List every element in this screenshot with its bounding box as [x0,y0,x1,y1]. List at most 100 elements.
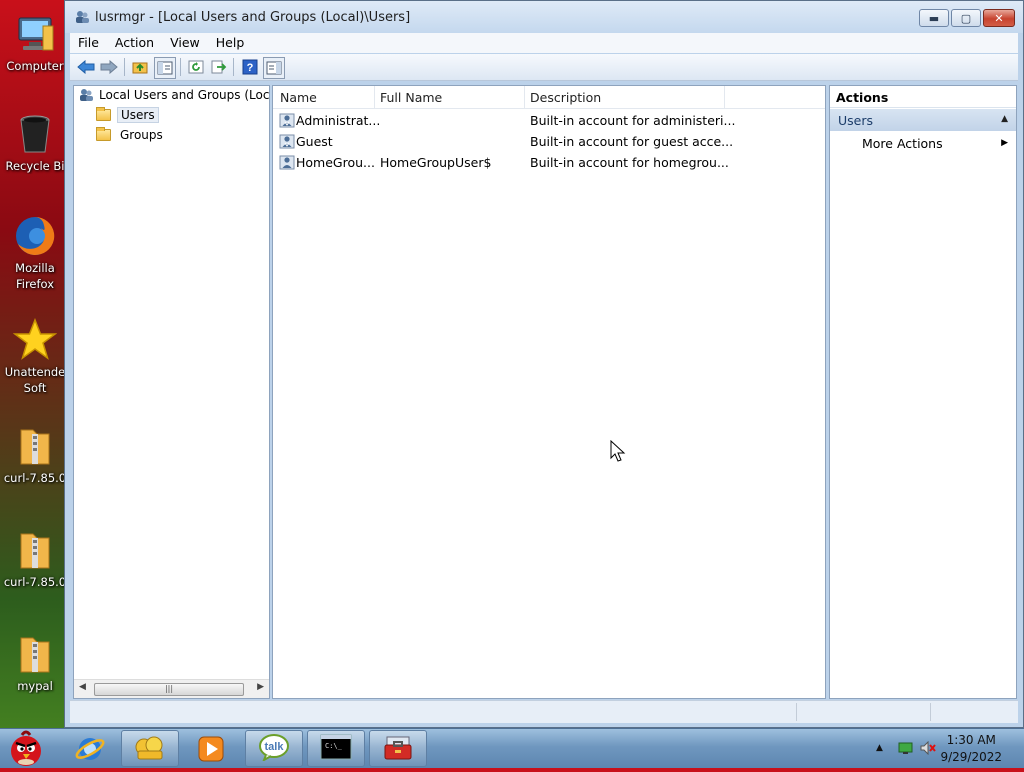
svg-text:talk: talk [265,741,285,753]
svg-text:?: ? [247,62,254,74]
local-users-groups-icon [78,88,94,102]
zip-folder-icon [13,424,57,468]
zip-folder-icon [13,528,57,572]
user-name: Guest [296,134,333,149]
desktop-icon-mypal[interactable]: mypal [0,632,70,694]
user-description: Built-in account for homegrou... [530,155,729,170]
user-full-name: HomeGroupUser$ [380,155,492,170]
export-list-icon[interactable] [209,57,229,77]
desktop-icon-label: curl-7.85.0 [3,471,67,485]
show-hidden-icons-icon[interactable]: ▲ [876,743,883,753]
window-title: lusrmgr - [Local Users and Groups (Local… [95,10,411,25]
user-icon [279,134,295,149]
angry-birds-start-icon[interactable] [4,729,48,769]
user-description: Built-in account for administeri... [530,113,736,128]
maximize-button[interactable]: ▢ [951,9,981,27]
zip-folder-icon [13,632,57,676]
minimize-button[interactable]: ▬ [919,9,949,27]
more-actions-item[interactable]: More Actions [862,136,943,151]
mouse-cursor-icon [610,439,626,467]
computer-icon [13,12,57,56]
desktop-icon-curl-1[interactable]: curl-7.85.0 [0,424,70,486]
desktop: Computer Recycle Bi Mozilla Firefox Unat… [0,0,70,728]
menu-help[interactable]: Help [208,33,253,53]
desktop-icon-firefox[interactable]: Mozilla Firefox [0,214,70,292]
recycle-bin-icon [13,112,57,156]
firefox-icon [13,214,57,258]
system-tray: ▲ 1:30 AM 9/29/2022 [854,729,1024,769]
desktop-icon-label: Recycle Bi [5,159,65,173]
column-name[interactable]: Name [280,90,317,105]
show-hide-action-pane-icon[interactable] [263,57,285,79]
desktop-icon-curl-2[interactable]: curl-7.85.0 [0,528,70,590]
collapse-up-icon[interactable]: ▲ [1001,114,1008,124]
up-folder-icon[interactable] [130,57,150,77]
tree-horizontal-scrollbar[interactable]: ◀ ||| ▶ [74,679,269,698]
user-description: Built-in account for guest acce... [530,134,734,149]
table-row[interactable]: Guest Built-in account for guest acce... [273,131,825,152]
actions-section-label: Users [838,113,874,128]
back-arrow-icon[interactable] [76,57,96,77]
forward-arrow-icon[interactable] [99,57,119,77]
tree-item-label: Groups [120,128,163,142]
lusrmgr-window: lusrmgr - [Local Users and Groups (Local… [64,0,1024,728]
desktop-icon-label: curl-7.85.0 [3,575,67,589]
taskbar-explorer-button[interactable] [121,730,179,767]
desktop-icon-label: Unattende [4,365,66,379]
volume-muted-icon[interactable] [920,740,936,758]
user-icon [279,155,295,170]
taskbar: talk C:\_ ▲ 1:30 AM 9/29/2022 [0,728,1024,768]
tree-item-label: Users [117,107,159,123]
actions-section-users[interactable]: Users ▲ [830,109,1016,131]
console-tree: Local Users and Groups (Local) Users Gro… [73,85,270,699]
menu-file[interactable]: File [70,33,107,53]
close-button[interactable]: ✕ [983,9,1015,27]
desktop-icon-label: Computer [6,59,64,73]
column-description[interactable]: Description [530,90,601,105]
status-bar [70,700,1018,723]
star-icon [12,317,58,362]
toolbox-icon [382,733,414,764]
desktop-icon-label: Mozilla [15,261,55,275]
actions-pane: Actions Users ▲ More Actions ▶ [829,85,1017,699]
folder-icon [96,107,111,121]
tree-item-groups[interactable]: Groups [96,126,166,144]
table-row[interactable]: HomeGrou... HomeGroupUser$ Built-in acco… [273,152,825,173]
google-talk-icon: talk [258,733,290,764]
show-hide-console-tree-icon[interactable] [154,57,176,79]
desktop-icon-unattended[interactable]: Unattende Soft [0,317,70,396]
title-bar[interactable]: lusrmgr - [Local Users and Groups (Local… [65,1,1023,33]
help-icon[interactable]: ? [240,57,260,77]
scroll-right-icon[interactable]: ▶ [257,682,264,692]
taskbar-clock[interactable]: 1:30 AM 9/29/2022 [940,732,1002,766]
internet-explorer-icon[interactable] [74,733,106,765]
user-icon [279,113,295,128]
desktop-icon-label-2: Firefox [15,277,55,291]
tree-root[interactable]: Local Users and Groups (Local) [78,86,269,104]
desktop-icon-computer[interactable]: Computer [0,12,70,74]
column-full-name[interactable]: Full Name [380,90,442,105]
users-app-icon [74,10,90,24]
desktop-icon-recycle-bin[interactable]: Recycle Bi [0,112,70,174]
users-list: Name Full Name Description Administrat..… [272,85,826,699]
folder-icon [96,127,111,141]
desktop-icon-label: mypal [17,679,53,693]
table-row[interactable]: Administrat... Built-in account for admi… [273,110,825,131]
menu-bar: File Action View Help [70,33,1018,53]
media-player-icon[interactable] [196,734,226,764]
windows-explorer-icon [134,733,166,764]
tree-item-users[interactable]: Users [96,106,159,124]
desktop-icon-label-2: Soft [23,381,47,395]
scroll-thumb[interactable]: ||| [94,683,244,696]
scroll-left-icon[interactable]: ◀ [79,682,86,692]
submenu-arrow-icon: ▶ [1001,138,1008,148]
refresh-icon[interactable] [186,57,206,77]
taskbar-gtalk-button[interactable]: talk [245,730,303,767]
clock-date: 9/29/2022 [940,750,1002,764]
menu-action[interactable]: Action [107,33,162,53]
taskbar-lusrmgr-button[interactable] [369,730,427,767]
command-prompt-icon: C:\_ [320,734,352,763]
network-icon[interactable] [898,741,914,758]
menu-view[interactable]: View [162,33,208,53]
taskbar-cmd-button[interactable]: C:\_ [307,730,365,767]
